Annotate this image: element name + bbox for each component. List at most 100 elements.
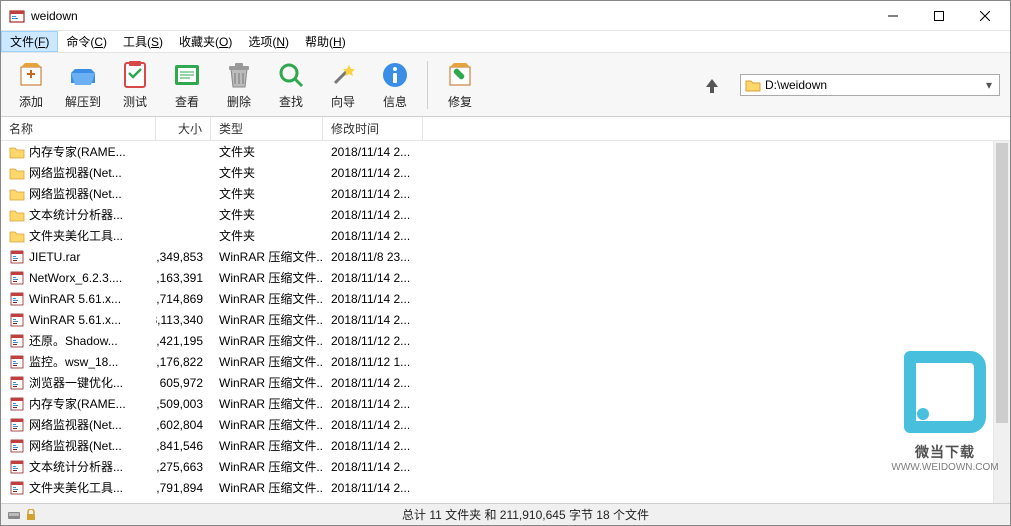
menu-s[interactable]: 工具(S) [115, 31, 171, 52]
view-button[interactable]: 查看 [163, 57, 211, 113]
list-item[interactable]: 文件夹美化工具...文件夹2018/11/14 2... [1, 225, 1010, 246]
archive-icon [9, 396, 25, 412]
file-name: 网络监视器(Net... [29, 185, 122, 202]
info-icon [379, 59, 411, 91]
menu-n[interactable]: 选项(N) [240, 31, 297, 52]
list-item[interactable]: 文本统计分析器...1,275,663WinRAR 压缩文件...2018/11… [1, 456, 1010, 477]
file-size: 3,421,195 [156, 334, 211, 348]
list-item[interactable]: 网络监视器(Net...文件夹2018/11/14 2... [1, 162, 1010, 183]
file-size: 3,113,340 [156, 313, 211, 327]
vertical-scrollbar[interactable] [993, 141, 1010, 503]
minimize-button[interactable] [870, 1, 916, 31]
list-item[interactable]: 监控。wsw_18...32,176,822WinRAR 压缩文件...2018… [1, 351, 1010, 372]
archive-icon [9, 354, 25, 370]
file-list: 名称 大小 类型 修改时间 内存专家(RAME...文件夹2018/11/14 … [1, 117, 1010, 503]
file-name: 文本统计分析器... [29, 458, 123, 475]
column-date[interactable]: 修改时间 [323, 117, 423, 140]
repair-button[interactable]: 修复 [436, 57, 484, 113]
file-date: 2018/11/14 2... [323, 208, 423, 222]
add-label: 添加 [19, 93, 43, 110]
list-item[interactable]: 网络监视器(Net...4,602,804WinRAR 压缩文件...2018/… [1, 414, 1010, 435]
file-name: 浏览器一键优化... [29, 374, 123, 391]
up-button[interactable] [696, 69, 728, 101]
file-size: 1,275,663 [156, 460, 211, 474]
file-type: 文件夹 [211, 227, 323, 244]
list-item[interactable]: WinRAR 5.61.x...3,113,340WinRAR 压缩文件...2… [1, 309, 1010, 330]
find-label: 查找 [279, 93, 303, 110]
list-item[interactable]: NetWorx_6.2.3....6,163,391WinRAR 压缩文件...… [1, 267, 1010, 288]
archive-icon [9, 417, 25, 433]
file-name: 文件夹美化工具... [29, 227, 123, 244]
file-type: WinRAR 压缩文件... [211, 269, 323, 286]
list-item[interactable]: 文本统计分析器...文件夹2018/11/14 2... [1, 204, 1010, 225]
wizard-label: 向导 [331, 93, 355, 110]
file-size: 4,602,804 [156, 418, 211, 432]
list-item[interactable]: 文件夹美化工具...10,791,894WinRAR 压缩文件...2018/1… [1, 477, 1010, 498]
list-item[interactable]: WinRAR 5.61.x...3,714,869WinRAR 压缩文件...2… [1, 288, 1010, 309]
list-item[interactable]: 还原。Shadow...3,421,195WinRAR 压缩文件...2018/… [1, 330, 1010, 351]
archive-icon [9, 291, 25, 307]
extract-button[interactable]: 解压到 [59, 57, 107, 113]
scrollbar-thumb[interactable] [996, 143, 1008, 423]
file-type: WinRAR 压缩文件... [211, 353, 323, 370]
folder-icon [745, 77, 761, 93]
file-type: WinRAR 压缩文件... [211, 458, 323, 475]
delete-button[interactable]: 删除 [215, 57, 263, 113]
column-type[interactable]: 类型 [211, 117, 323, 140]
info-label: 信息 [383, 93, 407, 110]
toolbar: 添加解压到测试查看删除查找 向导 信息 修复 D:\weidown▾ [1, 53, 1010, 117]
column-name[interactable]: 名称 [1, 117, 156, 140]
file-type: WinRAR 压缩文件... [211, 479, 323, 496]
file-name: 文本统计分析器... [29, 206, 123, 223]
repair-icon [444, 59, 476, 91]
status-icons [1, 509, 41, 521]
file-type: WinRAR 压缩文件... [211, 374, 323, 391]
maximize-button[interactable] [916, 1, 962, 31]
archive-icon [9, 312, 25, 328]
status-text: 总计 11 文件夹 和 211,910,645 字节 18 个文件 [392, 506, 659, 523]
file-type: WinRAR 压缩文件... [211, 332, 323, 349]
file-name: 文件夹美化工具... [29, 479, 123, 496]
path-text: D:\weidown [765, 78, 983, 92]
chevron-down-icon[interactable]: ▾ [983, 78, 995, 92]
file-date: 2018/11/14 2... [323, 439, 423, 453]
file-type: WinRAR 压缩文件... [211, 290, 323, 307]
file-date: 2018/11/14 2... [323, 187, 423, 201]
file-date: 2018/11/14 2... [323, 397, 423, 411]
close-button[interactable] [962, 1, 1008, 31]
info-button[interactable]: 信息 [371, 57, 419, 113]
file-type: WinRAR 压缩文件... [211, 437, 323, 454]
test-button[interactable]: 测试 [111, 57, 159, 113]
window-title: weidown [31, 9, 870, 23]
find-icon [275, 59, 307, 91]
test-label: 测试 [123, 93, 147, 110]
file-size: 3,714,869 [156, 292, 211, 306]
menu-h[interactable]: 帮助(H) [297, 31, 354, 52]
archive-icon [9, 480, 25, 496]
list-item[interactable]: 浏览器一键优化...605,972WinRAR 压缩文件...2018/11/1… [1, 372, 1010, 393]
add-button[interactable]: 添加 [7, 57, 55, 113]
menu-f[interactable]: 文件(F) [1, 31, 58, 52]
list-item[interactable]: 内存专家(RAME...文件夹2018/11/14 2... [1, 141, 1010, 162]
menu-c[interactable]: 命令(C) [58, 31, 115, 52]
file-type: WinRAR 压缩文件... [211, 416, 323, 433]
column-size[interactable]: 大小 [156, 117, 211, 140]
folder-icon [9, 144, 25, 160]
file-name: 还原。Shadow... [29, 332, 118, 349]
menu-o[interactable]: 收藏夹(O) [171, 31, 240, 52]
find-button[interactable]: 查找 [267, 57, 315, 113]
wizard-button[interactable]: 向导 [319, 57, 367, 113]
file-size: 3,841,546 [156, 439, 211, 453]
list-item[interactable]: 网络监视器(Net...文件夹2018/11/14 2... [1, 183, 1010, 204]
file-date: 2018/11/8 23... [323, 250, 423, 264]
list-item[interactable]: 内存专家(RAME...1,509,003WinRAR 压缩文件...2018/… [1, 393, 1010, 414]
repair-label: 修复 [448, 93, 472, 110]
list-body[interactable]: 内存专家(RAME...文件夹2018/11/14 2...网络监视器(Net.… [1, 141, 1010, 503]
archive-icon [9, 270, 25, 286]
archive-icon [9, 438, 25, 454]
list-item[interactable]: JIETU.rar5,349,853WinRAR 压缩文件...2018/11/… [1, 246, 1010, 267]
file-size: 32,176,822 [156, 355, 211, 369]
path-combobox[interactable]: D:\weidown▾ [740, 74, 1000, 96]
list-item[interactable]: 网络监视器(Net...3,841,546WinRAR 压缩文件...2018/… [1, 435, 1010, 456]
file-date: 2018/11/14 2... [323, 376, 423, 390]
